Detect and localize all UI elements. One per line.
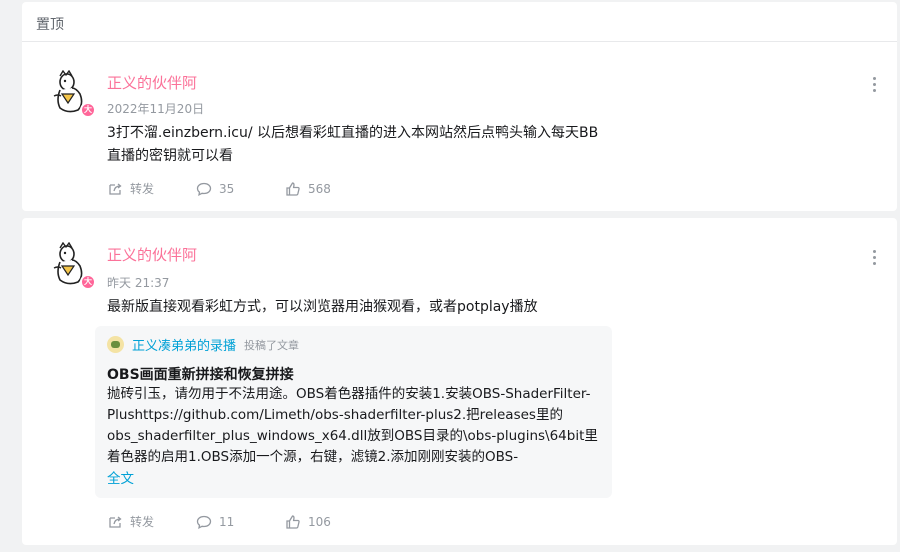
thumbs-up-icon <box>286 514 300 529</box>
comment-count: 11 <box>219 514 235 529</box>
uploader-avatar[interactable] <box>107 336 124 353</box>
share-icon <box>109 182 122 195</box>
author-name[interactable]: 正义的伙伴阿 <box>107 244 197 265</box>
share-button[interactable]: 转发 <box>107 180 196 197</box>
author-avatar[interactable]: 大 <box>50 241 96 290</box>
post-content: 3打不溜.einzbern.icu/ 以后想看彩虹直播的进入本网站然后点鸭头输入… <box>107 125 599 164</box>
pinned-post-card: 置顶 大 正义的伙伴阿 2022年11月20日 3打不溜.einzbern.ic… <box>22 2 897 211</box>
comment-icon <box>196 182 212 196</box>
avatar-badge: 大 <box>80 102 96 118</box>
article-summary: 抛砖引玉，请勿用于不法用途。OBS着色器插件的安装1.安装OBS-ShaderF… <box>107 386 598 465</box>
embedded-article-card[interactable]: 正义凑弟弟的录播 投稿了文章 OBS画面重新拼接和恢复拼接 抛砖引玉，请勿用于不… <box>95 326 612 498</box>
share-label: 转发 <box>130 515 155 529</box>
post-content: 最新版直接观看彩虹方式，可以浏览器用油猴观看，或者potplay播放 <box>107 299 538 315</box>
comment-button[interactable]: 11 <box>196 513 285 530</box>
post-card: 大 正义的伙伴阿 昨天 21:37 最新版直接观看彩虹方式，可以浏览器用油猴观看… <box>22 218 897 545</box>
uploader-action: 投稿了文章 <box>244 338 300 352</box>
post-actions: 转发 35 568 <box>107 180 374 197</box>
more-menu-icon[interactable] <box>873 77 877 95</box>
more-menu-icon[interactable] <box>873 250 877 268</box>
avatar-badge: 大 <box>80 274 96 290</box>
post-time[interactable]: 2022年11月20日 <box>107 100 204 117</box>
post-actions: 转发 11 106 <box>107 513 374 530</box>
article-title[interactable]: OBS画面重新拼接和恢复拼接 <box>107 364 294 384</box>
share-label: 转发 <box>130 182 155 196</box>
post-time[interactable]: 昨天 21:37 <box>107 274 169 291</box>
share-icon <box>109 515 122 528</box>
like-button[interactable]: 106 <box>285 513 374 530</box>
like-count: 568 <box>308 181 331 196</box>
like-button[interactable]: 568 <box>285 180 374 197</box>
share-button[interactable]: 转发 <box>107 513 196 530</box>
author-name[interactable]: 正义的伙伴阿 <box>107 72 197 93</box>
uploader-name[interactable]: 正义凑弟弟的录播 <box>132 335 236 354</box>
pinned-label: 置顶 <box>22 2 897 42</box>
comment-icon <box>196 515 212 529</box>
comment-button[interactable]: 35 <box>196 180 285 197</box>
thumbs-up-icon <box>286 181 300 196</box>
embed-header: 正义凑弟弟的录播 投稿了文章 <box>107 335 299 354</box>
like-count: 106 <box>308 514 331 529</box>
author-avatar[interactable]: 大 <box>50 69 96 118</box>
read-more-link[interactable]: 全文 <box>107 467 134 487</box>
comment-count: 35 <box>219 181 235 196</box>
